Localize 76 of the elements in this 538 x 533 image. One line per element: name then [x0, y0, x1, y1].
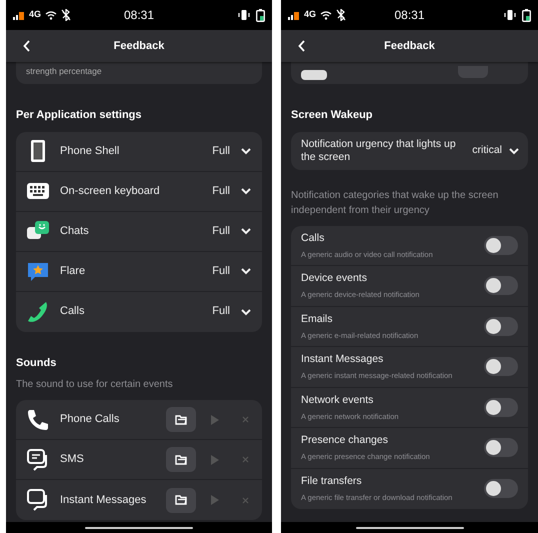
row-label: Notification urgency that lights up the screen: [301, 138, 457, 164]
dropdown-value: critical: [472, 142, 502, 158]
toggle-switch[interactable]: [484, 316, 518, 336]
row-title: File transfers: [301, 474, 363, 490]
back-icon: [23, 40, 31, 52]
button-fragment: [458, 66, 488, 78]
row-label: Phone Calls: [60, 412, 120, 428]
row-title: Calls: [301, 230, 326, 246]
back-icon: [298, 40, 306, 52]
row-value: Full: [212, 304, 230, 320]
folder-button[interactable]: [166, 447, 196, 472]
close-icon: [242, 496, 248, 504]
row-label: Flare: [60, 264, 86, 279]
row-value: Full: [212, 184, 230, 199]
row-label: Chats: [60, 224, 90, 239]
phone-handset-icon: [26, 408, 50, 432]
folder-icon: [175, 495, 187, 505]
list-row[interactable]: Phone Shell Full: [16, 132, 262, 172]
signal-icon: [13, 10, 25, 20]
clock-time: 08:31: [124, 7, 154, 24]
row-label: SMS: [60, 452, 85, 468]
vibrate-icon: [504, 9, 516, 21]
row-value: Full: [212, 224, 230, 239]
row-title: Network events: [301, 392, 374, 408]
network-label: 4G: [29, 8, 42, 22]
section-heading: Screen Wakeup: [291, 108, 374, 123]
row-label: On-screen keyboard: [60, 184, 161, 199]
section-description: The sound to use for certain events: [16, 378, 174, 392]
signal-icon: [288, 10, 300, 20]
close-icon: [242, 456, 248, 463]
row-value: Full: [212, 144, 230, 159]
row-subtitle: strength percentage: [26, 65, 103, 78]
phone-handset-icon: [26, 300, 50, 324]
toggle-switch[interactable]: [484, 479, 518, 498]
folder-button[interactable]: [166, 407, 196, 432]
page-title: Feedback: [114, 38, 164, 54]
network-label: 4G: [304, 8, 316, 22]
row-title: Emails: [301, 312, 334, 327]
play-icon: [211, 454, 219, 464]
wifi-icon: [45, 10, 58, 20]
clock-time: 08:31: [394, 7, 425, 24]
toggle-switch[interactable]: [484, 276, 518, 296]
section-heading: Per Application settings: [16, 108, 143, 123]
play-icon: [211, 495, 219, 505]
folder-button[interactable]: [166, 488, 196, 512]
toggle-switch[interactable]: [484, 438, 518, 458]
section-heading: Sounds: [16, 356, 58, 370]
folder-icon: [175, 414, 187, 424]
list-row[interactable]: Chats Full: [16, 212, 262, 252]
message-bubbles-icon: [26, 488, 50, 512]
row-title: Presence changes: [301, 433, 389, 448]
row-label: Phone Shell: [60, 144, 120, 159]
row-title: Instant Messages: [301, 352, 384, 368]
toggle-switch[interactable]: [484, 236, 518, 255]
bluetooth-off-icon: [61, 9, 72, 21]
list-row[interactable]: On-screen keyboard Full: [16, 172, 262, 212]
row-label: Instant Messages: [60, 492, 148, 508]
toggle-switch[interactable]: [484, 357, 518, 376]
dropdown-row[interactable]: Notification urgency that lights up the screen critical: [291, 132, 528, 170]
bluetooth-off-icon: [336, 9, 346, 21]
row-label: Calls: [60, 304, 86, 320]
folder-icon: [175, 454, 187, 464]
message-bubbles-icon: [26, 448, 50, 472]
page-title: Feedback: [384, 38, 435, 54]
wifi-icon: [320, 10, 332, 20]
list-row[interactable]: Calls Full: [16, 292, 262, 332]
row-title: Device events: [301, 271, 368, 286]
toggle-switch[interactable]: [484, 398, 518, 417]
vibrate-icon: [238, 9, 250, 21]
battery-icon: [256, 8, 265, 22]
list-row[interactable]: Flare Full: [16, 252, 262, 292]
row-value: Full: [212, 264, 230, 279]
battery-icon: [522, 8, 531, 22]
play-icon: [211, 414, 219, 424]
close-icon: [242, 416, 248, 423]
section-description: Notification categories that wake up the screen independent from their urgency: [291, 188, 500, 218]
